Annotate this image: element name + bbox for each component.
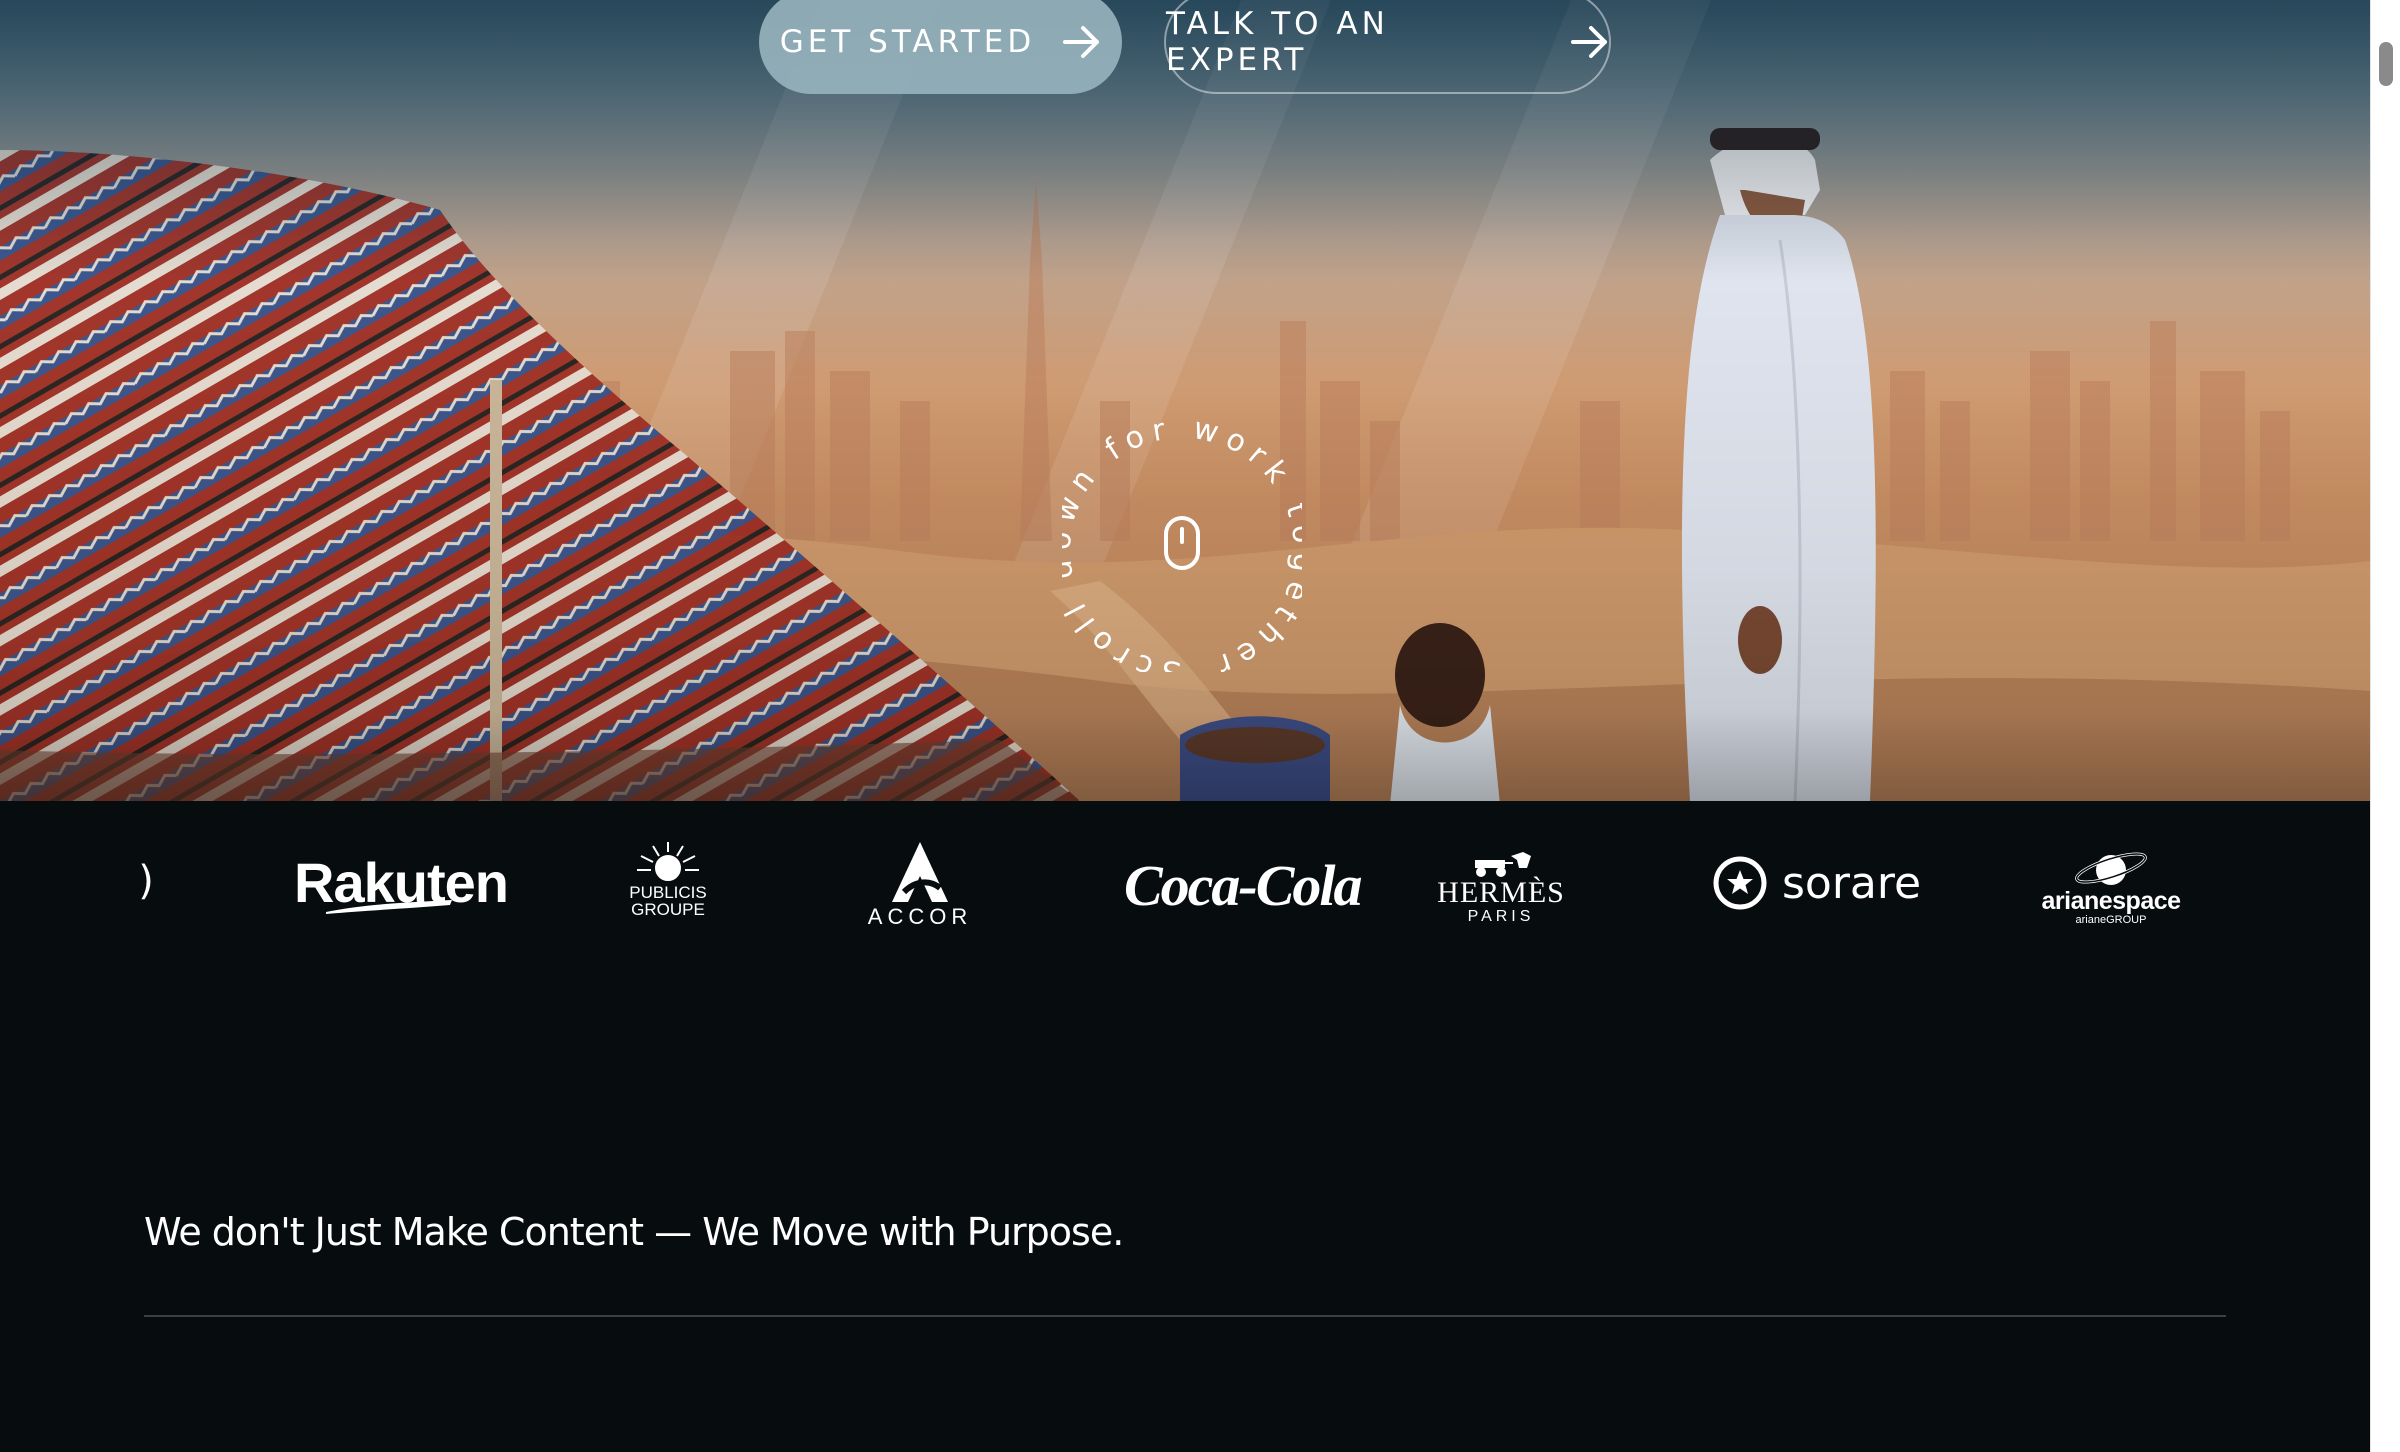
accor-text: ACCOR	[867, 904, 973, 929]
arrow-right-icon	[1063, 25, 1101, 59]
sorare-logo: sorare	[1712, 855, 1921, 911]
section-headline: We don't Just Make Content — We Move wit…	[144, 1210, 1124, 1254]
coca-cola-logo: Coca-Cola	[1124, 852, 1363, 919]
mouse-icon	[1164, 516, 1200, 570]
accor-logo: ACCOR	[864, 840, 976, 930]
scrollbar-thumb[interactable]	[2379, 42, 2393, 86]
hero-overlay	[0, 0, 2370, 801]
sorare-text: sorare	[1782, 857, 1922, 909]
hermes-line2: PARIS	[1467, 908, 1535, 925]
partial-logo-text: )	[138, 858, 154, 904]
rakuten-swoosh-icon	[326, 900, 452, 914]
rakuten-logo: Rakuten	[294, 850, 509, 915]
arianespace-line2: arianeGROUP	[2075, 914, 2147, 926]
partial-logo: )	[138, 858, 154, 904]
accor-a-icon	[892, 842, 948, 902]
section-divider	[144, 1315, 2226, 1317]
hermes-line1: HERMÈS	[1437, 876, 1565, 909]
hermes-logo: HERMÈS PARIS	[1436, 846, 1566, 926]
talk-to-expert-button[interactable]: TALK TO AN EXPERT	[1164, 0, 1611, 94]
sorare-star-icon	[1713, 856, 1767, 910]
talk-to-expert-label: TALK TO AN EXPERT	[1166, 6, 1389, 78]
publicis-groupe-logo: PUBLICIS GROUPE	[618, 840, 718, 918]
arianespace-logo: arianespace arianeGROUP	[2041, 848, 2181, 926]
hero-section: GET STARTED TALK TO AN EXPERT Scroll dow…	[0, 0, 2370, 801]
coca-cola-text: Coca-Cola	[1124, 853, 1363, 918]
publicis-lion-icon	[637, 842, 699, 881]
arianespace-planet-icon	[2075, 852, 2147, 885]
arianespace-line1: arianespace	[2041, 887, 2181, 915]
hermes-carriage-icon	[1475, 852, 1531, 877]
scroll-down-badge[interactable]: Scroll down for work together	[1062, 412, 1302, 672]
get-started-button[interactable]: GET STARTED	[759, 0, 1122, 94]
publicis-line2: GROUPE	[631, 900, 705, 919]
get-started-label: GET STARTED	[779, 24, 1036, 60]
publicis-line1: PUBLICIS	[629, 883, 707, 902]
hero-fade	[0, 711, 2370, 801]
page-scrollbar[interactable]	[2370, 0, 2400, 1452]
arrow-right-icon	[1571, 25, 1609, 59]
